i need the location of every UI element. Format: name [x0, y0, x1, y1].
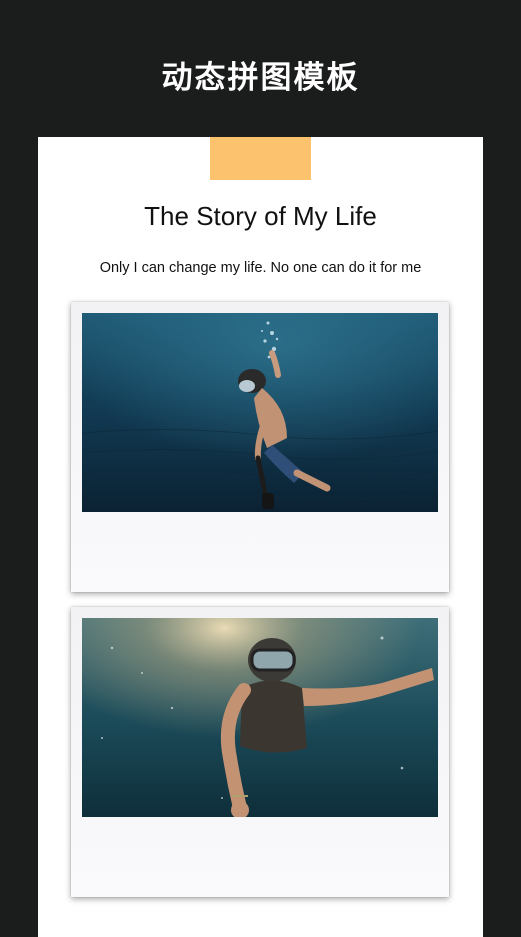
photo-2[interactable] — [82, 618, 438, 817]
photo-caption-area-1 — [71, 520, 449, 592]
tape-decoration — [210, 137, 311, 180]
photo-caption-area-2 — [71, 825, 449, 897]
photo-frame-1[interactable] — [71, 302, 449, 592]
photo-frame-2[interactable] — [71, 607, 449, 897]
template-title[interactable]: The Story of My Life — [38, 201, 483, 232]
collage-template-card[interactable]: The Story of My Life Only I can change m… — [38, 137, 483, 937]
photo-1[interactable] — [82, 313, 438, 512]
page-title: 动态拼图模板 — [161, 60, 360, 96]
template-subtitle[interactable]: Only I can change my life. No one can do… — [38, 260, 483, 276]
